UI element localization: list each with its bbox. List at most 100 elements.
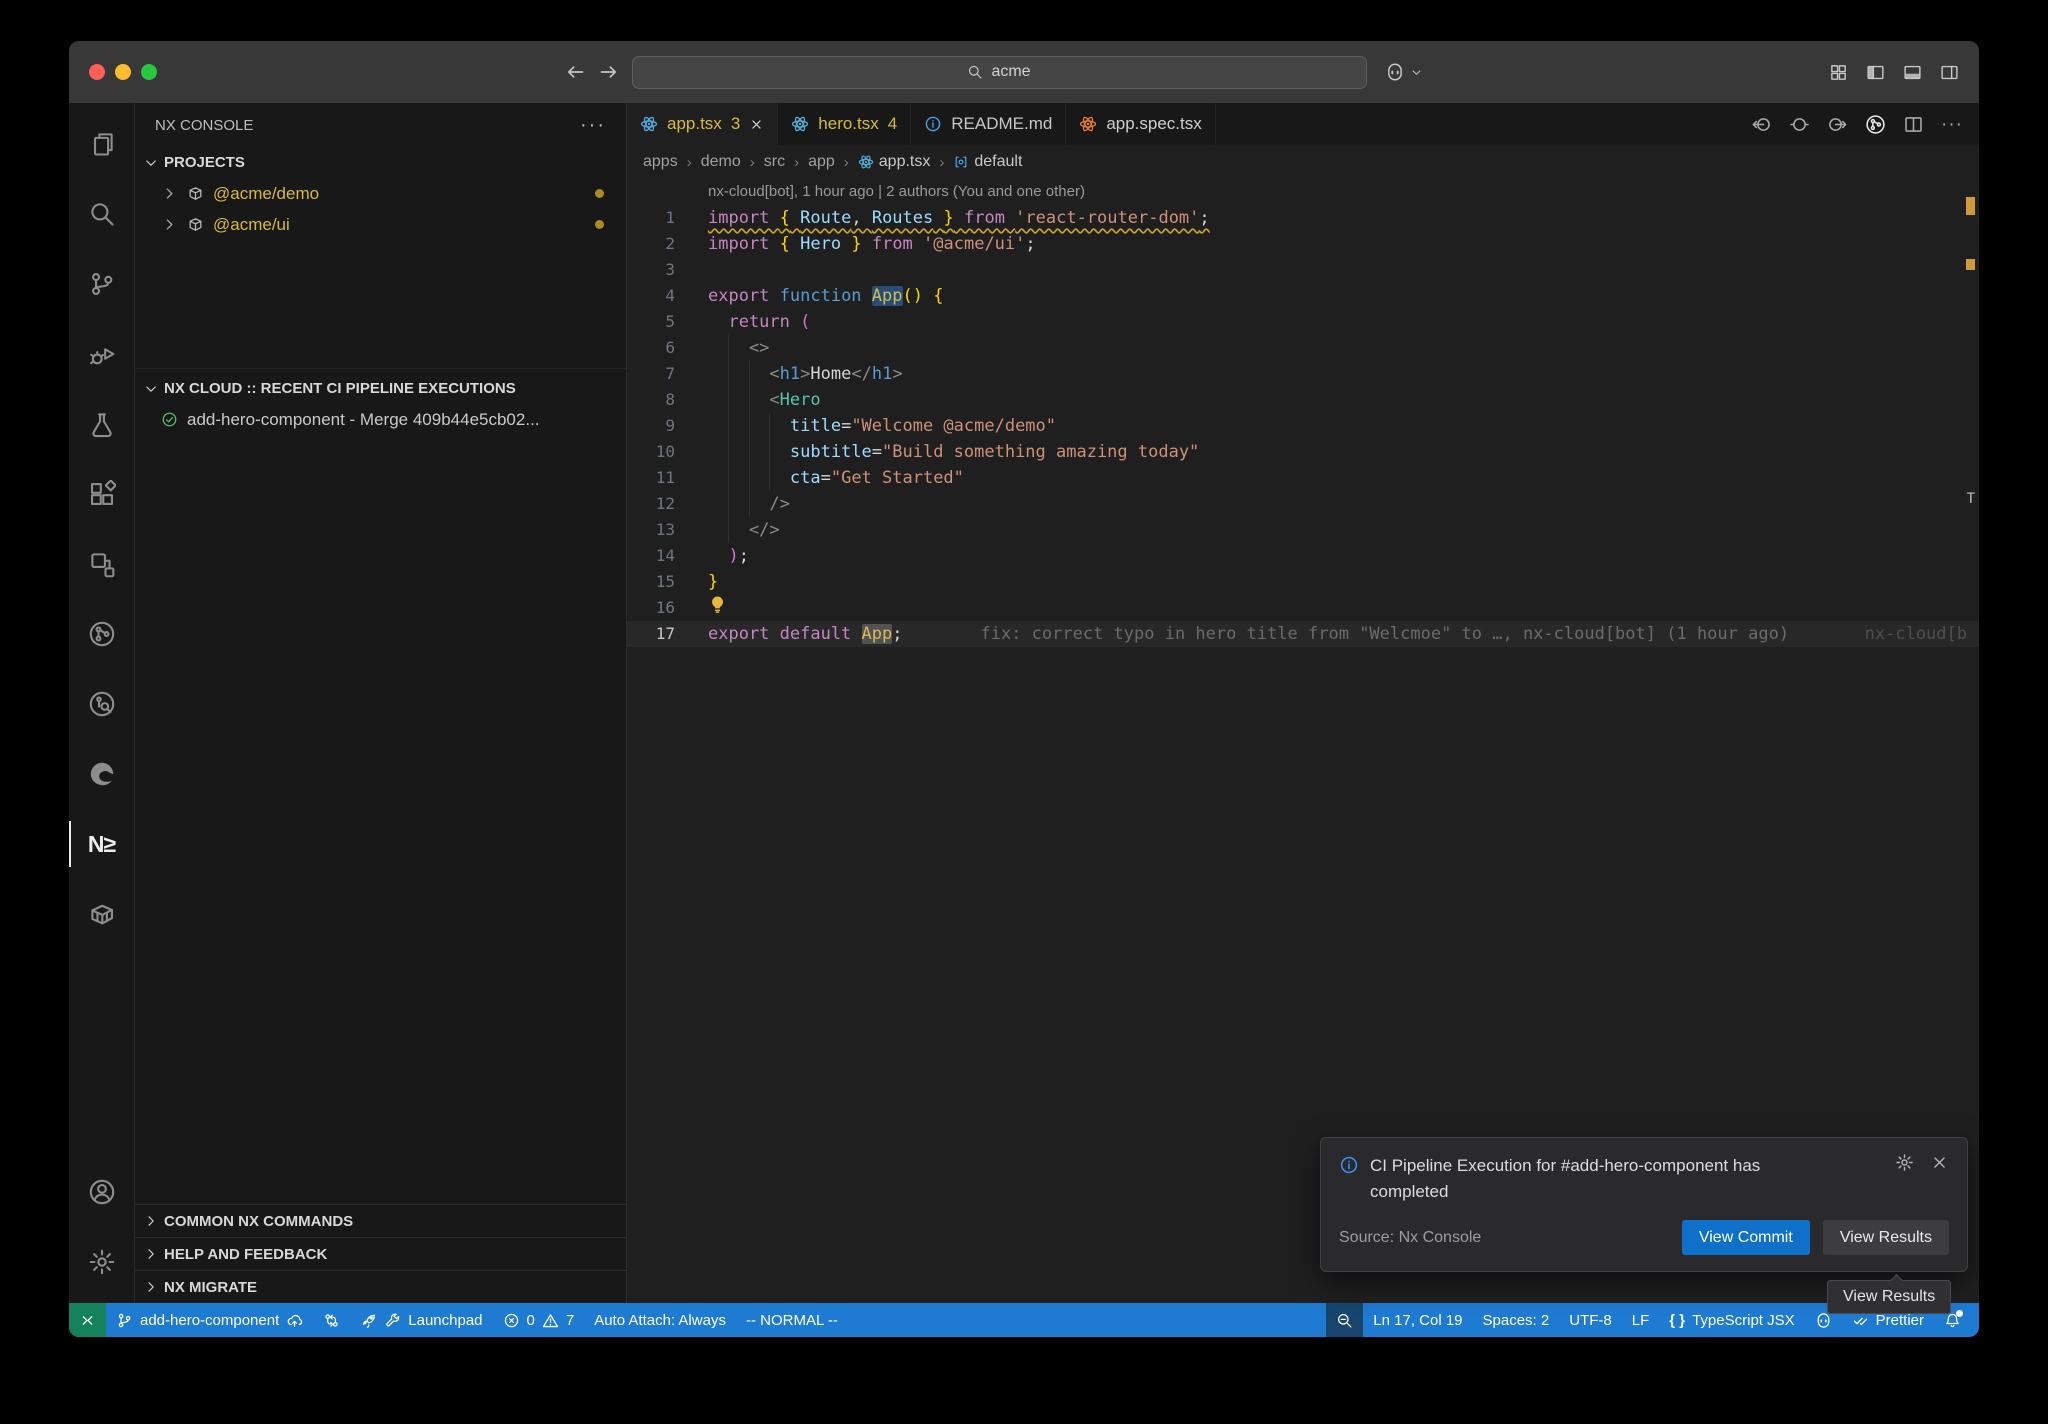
section-nx-cloud[interactable]: NX CLOUD :: RECENT CI PIPELINE EXECUTION… — [135, 373, 626, 404]
status-eol[interactable]: LF — [1622, 1303, 1660, 1337]
status-branch[interactable]: add-hero-component — [106, 1303, 313, 1337]
token: </ — [851, 364, 871, 384]
code-line-15[interactable]: 15} — [627, 569, 1979, 595]
customize-layout-icon[interactable] — [1829, 63, 1848, 82]
code-line-14[interactable]: 14 ); — [627, 543, 1979, 569]
zoom-button[interactable] — [141, 64, 157, 80]
line-number: 11 — [627, 465, 675, 491]
warning-icon — [542, 1312, 559, 1329]
more-actions-icon[interactable]: ··· — [580, 114, 606, 137]
panel-bottom-icon[interactable] — [1903, 63, 1922, 82]
breadcrumb-item[interactable]: demo — [701, 153, 741, 171]
activity-item-gitlens-inspect[interactable] — [69, 669, 135, 739]
panel-left-icon[interactable] — [1866, 63, 1885, 82]
breadcrumb-symbol-icon — [953, 154, 969, 170]
command-center-search[interactable]: acme — [632, 56, 1367, 89]
activity-item-nx-console[interactable]: N≥ — [69, 809, 135, 879]
status-auto-attach[interactable]: Auto Attach: Always — [584, 1303, 736, 1337]
breadcrumb-item[interactable]: app.tsx — [858, 153, 931, 171]
copilot-menu[interactable] — [1385, 62, 1423, 82]
code-line-16[interactable]: 16 — [627, 595, 1979, 621]
code-line-1[interactable]: 1import { Route, Routes } from 'react-ro… — [627, 205, 1979, 231]
code-line-10[interactable]: 10 subtitle="Build something amazing tod… — [627, 439, 1979, 465]
section-projects[interactable]: PROJECTS — [135, 147, 626, 178]
activity-item-explorer[interactable] — [69, 109, 135, 179]
code-line-7[interactable]: 7 <h1>Home</h1> — [627, 361, 1979, 387]
lightbulb-icon[interactable] — [708, 595, 727, 614]
breadcrumb-item[interactable]: apps — [643, 153, 678, 171]
forward-arrow-icon[interactable] — [598, 61, 620, 83]
view-commit-button[interactable]: View Commit — [1682, 1220, 1810, 1255]
code-editor[interactable]: nx-cloud[bot], 1 hour ago | 2 authors (Y… — [627, 179, 1979, 1303]
indent-guide — [728, 517, 748, 543]
code-line-17[interactable]: 17nx-cloud[bexport default App;fix: corr… — [627, 621, 1979, 647]
status-launchpad[interactable]: Launchpad — [350, 1303, 492, 1337]
status-cursor-position[interactable]: Ln 17, Col 19 — [1363, 1303, 1472, 1337]
status-zoom-indicator[interactable] — [1326, 1303, 1363, 1337]
minimize-button[interactable] — [115, 64, 131, 80]
activity-item-run-debug[interactable] — [69, 319, 135, 389]
status-remote[interactable] — [69, 1303, 106, 1337]
back-arrow-icon[interactable] — [564, 61, 586, 83]
status-vim-mode[interactable]: -- NORMAL -- — [736, 1303, 848, 1337]
gitlens-graph-icon[interactable] — [1865, 114, 1886, 135]
code-line-3[interactable]: 3 — [627, 257, 1979, 283]
activity-item-containers[interactable] — [69, 879, 135, 949]
forward-circle-icon[interactable] — [1827, 114, 1848, 135]
code-line-11[interactable]: 11 cta="Get Started" — [627, 465, 1979, 491]
activity-item-gitlens[interactable] — [69, 599, 135, 669]
breadcrumb-item[interactable]: default — [953, 153, 1022, 171]
code-line-2[interactable]: 2import { Hero } from '@acme/ui'; — [627, 231, 1979, 257]
activity-item-search[interactable] — [69, 179, 135, 249]
breadcrumb-item[interactable]: src — [764, 153, 785, 171]
status-text: -- NORMAL -- — [746, 1312, 838, 1329]
line-number: 15 — [627, 569, 675, 595]
back-circle-icon[interactable] — [1751, 114, 1772, 135]
status-indentation[interactable]: Spaces: 2 — [1473, 1303, 1560, 1337]
panel-right-icon[interactable] — [1940, 63, 1959, 82]
tab-label: hero.tsx — [818, 114, 878, 134]
tab-README.md[interactable]: README.md — [911, 103, 1066, 145]
project-item[interactable]: @acme/ui — [135, 209, 626, 240]
gitlens-inspect-icon — [88, 690, 116, 718]
activity-item-settings[interactable] — [69, 1227, 135, 1297]
activity-item-account[interactable] — [69, 1157, 135, 1227]
activity-item-testing[interactable] — [69, 389, 135, 459]
gitlens-codelens[interactable]: nx-cloud[bot], 1 hour ago | 2 authors (Y… — [627, 179, 1979, 205]
code-line-5[interactable]: 5 return ( — [627, 309, 1979, 335]
project-item[interactable]: @acme/demo — [135, 178, 626, 209]
code-line-4[interactable]: 4export function App() { — [627, 283, 1979, 309]
activity-item-extensions[interactable] — [69, 459, 135, 529]
section-help-and-feedback[interactable]: HELP AND FEEDBACK — [135, 1237, 626, 1270]
code-line-12[interactable]: 12 /> — [627, 491, 1979, 517]
close-icon[interactable] — [1930, 1153, 1949, 1204]
section-common-nx-commands[interactable]: COMMON NX COMMANDS — [135, 1204, 626, 1237]
status-problems[interactable]: 07 — [493, 1303, 585, 1337]
breadcrumb-item[interactable]: app — [808, 153, 835, 171]
code-line-13[interactable]: 13 </> — [627, 517, 1979, 543]
tab-app.spec.tsx[interactable]: app.spec.tsx — [1066, 103, 1215, 145]
tab-hero.tsx[interactable]: hero.tsx4 — [778, 103, 911, 145]
split-editor-icon[interactable] — [1903, 114, 1924, 135]
activity-item-edge-tools[interactable] — [69, 739, 135, 809]
close-button[interactable] — [89, 64, 105, 80]
close-icon[interactable] — [749, 117, 764, 132]
activity-item-source-control[interactable] — [69, 249, 135, 319]
more-icon[interactable]: ··· — [1941, 115, 1963, 134]
status-language-mode[interactable]: { }TypeScript JSX — [1659, 1303, 1804, 1337]
section-nx-migrate[interactable]: NX MIGRATE — [135, 1270, 626, 1303]
token: } — [851, 234, 861, 254]
code-line-9[interactable]: 9 title="Welcome @acme/demo" — [627, 413, 1979, 439]
ci-pipeline-item[interactable]: add-hero-component - Merge 409b44e5cb02.… — [135, 404, 626, 435]
tab-app.tsx[interactable]: app.tsx3 — [627, 103, 778, 145]
token: ; — [1199, 208, 1209, 228]
status-compare[interactable] — [313, 1303, 350, 1337]
status-encoding[interactable]: UTF-8 — [1559, 1303, 1622, 1337]
circle-icon[interactable] — [1789, 114, 1810, 135]
activity-item-project-graph[interactable] — [69, 529, 135, 599]
code-line-6[interactable]: 6 <> — [627, 335, 1979, 361]
code-line-8[interactable]: 8 <Hero — [627, 387, 1979, 413]
gear-icon[interactable] — [1895, 1153, 1914, 1204]
indent-guide — [728, 413, 748, 439]
view-results-button[interactable]: View Results — [1823, 1220, 1949, 1255]
